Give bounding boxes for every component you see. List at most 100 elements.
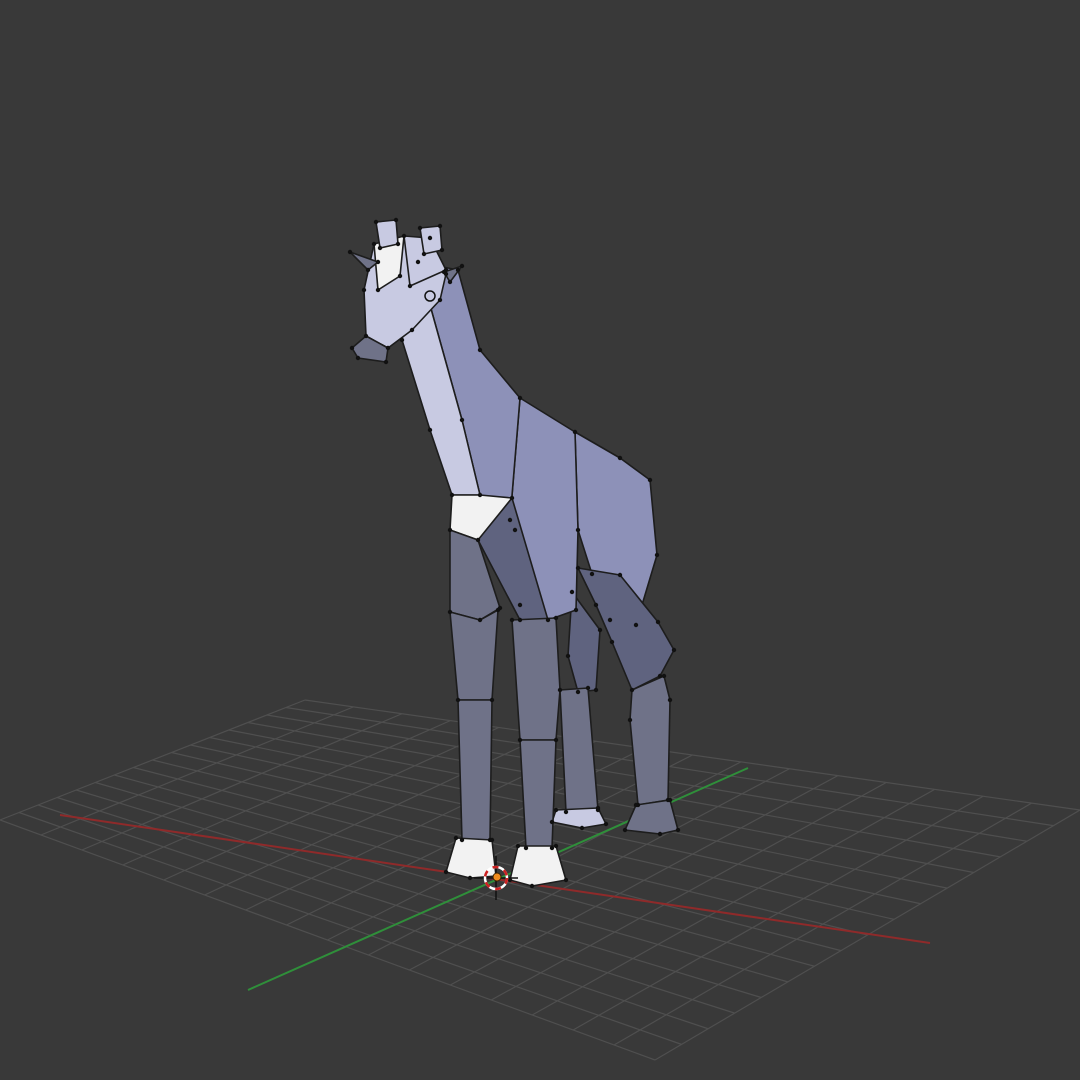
mesh-vertex[interactable] bbox=[553, 737, 559, 743]
mesh-vertex[interactable] bbox=[447, 609, 453, 615]
mesh-vertex[interactable] bbox=[589, 571, 595, 577]
mesh-vertex[interactable] bbox=[661, 673, 667, 679]
mesh-vertex[interactable] bbox=[595, 805, 601, 811]
mesh-vertex[interactable] bbox=[549, 845, 555, 851]
mesh-vertex[interactable] bbox=[407, 283, 413, 289]
mesh-vertex[interactable] bbox=[439, 247, 445, 253]
mesh-vertex[interactable] bbox=[553, 843, 559, 849]
mesh-vertex[interactable] bbox=[443, 869, 449, 875]
mesh-vertex[interactable] bbox=[453, 835, 459, 841]
mesh-vertex[interactable] bbox=[563, 877, 569, 883]
mesh-vertex[interactable] bbox=[447, 527, 453, 533]
mesh-vertex[interactable] bbox=[489, 697, 495, 703]
mesh-vertex[interactable] bbox=[517, 737, 523, 743]
giraffe-mesh[interactable] bbox=[349, 219, 679, 887]
mesh-vertex[interactable] bbox=[427, 235, 433, 241]
mesh-vertex[interactable] bbox=[409, 327, 415, 333]
mesh-vertex[interactable] bbox=[597, 627, 603, 633]
mesh-vertex[interactable] bbox=[617, 455, 623, 461]
mesh-vertex[interactable] bbox=[437, 297, 443, 303]
mesh-vertex[interactable] bbox=[377, 245, 383, 251]
mesh-vertex[interactable] bbox=[399, 337, 405, 343]
mesh-vertex[interactable] bbox=[569, 589, 575, 595]
mesh-vertex[interactable] bbox=[647, 477, 653, 483]
mesh-vertex[interactable] bbox=[455, 267, 461, 273]
mesh-vertex[interactable] bbox=[371, 241, 377, 247]
mesh-vertex[interactable] bbox=[657, 673, 663, 679]
mesh-vertex[interactable] bbox=[421, 251, 427, 257]
mesh-vertex[interactable] bbox=[397, 273, 403, 279]
mesh-vertex[interactable] bbox=[572, 429, 578, 435]
mesh-vertex[interactable] bbox=[549, 819, 555, 825]
mesh-vertex[interactable] bbox=[447, 279, 453, 285]
viewport-canvas[interactable] bbox=[0, 0, 1080, 1080]
mesh-vertex[interactable] bbox=[627, 717, 633, 723]
mesh-vertex[interactable] bbox=[363, 333, 369, 339]
mesh-vertex[interactable] bbox=[573, 607, 579, 613]
mesh-vertex[interactable] bbox=[417, 225, 423, 231]
mesh-vertex[interactable] bbox=[579, 825, 585, 831]
mesh-vertex[interactable] bbox=[383, 359, 389, 365]
mesh-vertex[interactable] bbox=[477, 617, 483, 623]
mesh-vertex[interactable] bbox=[437, 223, 443, 229]
mesh-vertex[interactable] bbox=[609, 639, 615, 645]
mesh-vertex[interactable] bbox=[622, 827, 628, 833]
mesh-vertex[interactable] bbox=[593, 687, 599, 693]
mesh-vertex[interactable] bbox=[657, 831, 663, 837]
mesh-vertex[interactable] bbox=[415, 259, 421, 265]
mesh-vertex[interactable] bbox=[489, 837, 495, 843]
mesh-vertex[interactable] bbox=[373, 219, 379, 225]
mesh-vertex[interactable] bbox=[361, 287, 367, 293]
mesh-vertex[interactable] bbox=[529, 883, 535, 889]
mesh-vertex[interactable] bbox=[365, 267, 371, 273]
mesh-vertex[interactable] bbox=[675, 827, 681, 833]
mesh-vertex[interactable] bbox=[495, 607, 501, 613]
mesh-vertex[interactable] bbox=[517, 602, 523, 608]
mesh-vertex[interactable] bbox=[655, 619, 661, 625]
mesh-vertex[interactable] bbox=[349, 345, 355, 351]
mesh-vertex[interactable] bbox=[667, 697, 673, 703]
mesh-vertex[interactable] bbox=[509, 617, 515, 623]
mesh-vertex[interactable] bbox=[575, 527, 581, 533]
mesh-vertex[interactable] bbox=[607, 617, 613, 623]
mesh-vertex[interactable] bbox=[517, 395, 523, 401]
mesh-vertex[interactable] bbox=[477, 492, 483, 498]
mesh-vertex[interactable] bbox=[375, 259, 381, 265]
mesh-vertex[interactable] bbox=[545, 617, 551, 623]
mesh-vertex[interactable] bbox=[557, 687, 563, 693]
mesh-vertex[interactable] bbox=[523, 845, 529, 851]
mesh-vertex[interactable] bbox=[633, 622, 639, 628]
mesh-vertex[interactable] bbox=[667, 797, 673, 803]
mesh-vertex[interactable] bbox=[459, 417, 465, 423]
mesh-vertex[interactable] bbox=[575, 689, 581, 695]
mesh-vertex[interactable] bbox=[475, 537, 481, 543]
3d-viewport[interactable] bbox=[0, 0, 1080, 1080]
mesh-vertex[interactable] bbox=[575, 565, 581, 571]
mesh-vertex[interactable] bbox=[427, 427, 433, 433]
mesh-vertex[interactable] bbox=[654, 552, 660, 558]
mesh-vertex[interactable] bbox=[401, 233, 407, 239]
mesh-vertex[interactable] bbox=[459, 837, 465, 843]
mesh-vertex[interactable] bbox=[455, 697, 461, 703]
mesh-vertex[interactable] bbox=[633, 802, 639, 808]
mesh-vertex[interactable] bbox=[393, 217, 399, 223]
mesh-vertex[interactable] bbox=[395, 241, 401, 247]
mesh-vertex[interactable] bbox=[355, 355, 361, 361]
mesh-vertex[interactable] bbox=[347, 249, 353, 255]
mesh-vertex[interactable] bbox=[517, 617, 523, 623]
mesh-vertex[interactable] bbox=[563, 809, 569, 815]
mesh-vertex[interactable] bbox=[449, 492, 455, 498]
mesh-vertex[interactable] bbox=[553, 807, 559, 813]
mesh-vertex[interactable] bbox=[507, 517, 513, 523]
mesh-vertex[interactable] bbox=[375, 287, 381, 293]
mesh-vertex[interactable] bbox=[459, 263, 465, 269]
mesh-vertex[interactable] bbox=[629, 687, 635, 693]
mesh-vertex[interactable] bbox=[603, 821, 609, 827]
mesh-vertex[interactable] bbox=[671, 647, 677, 653]
mesh-vertex[interactable] bbox=[565, 653, 571, 659]
mesh-vertex[interactable] bbox=[512, 527, 518, 533]
mesh-vertex[interactable] bbox=[515, 843, 521, 849]
mesh-vertex[interactable] bbox=[553, 615, 559, 621]
mesh-vertex[interactable] bbox=[467, 875, 473, 881]
mesh-vertex[interactable] bbox=[585, 685, 591, 691]
